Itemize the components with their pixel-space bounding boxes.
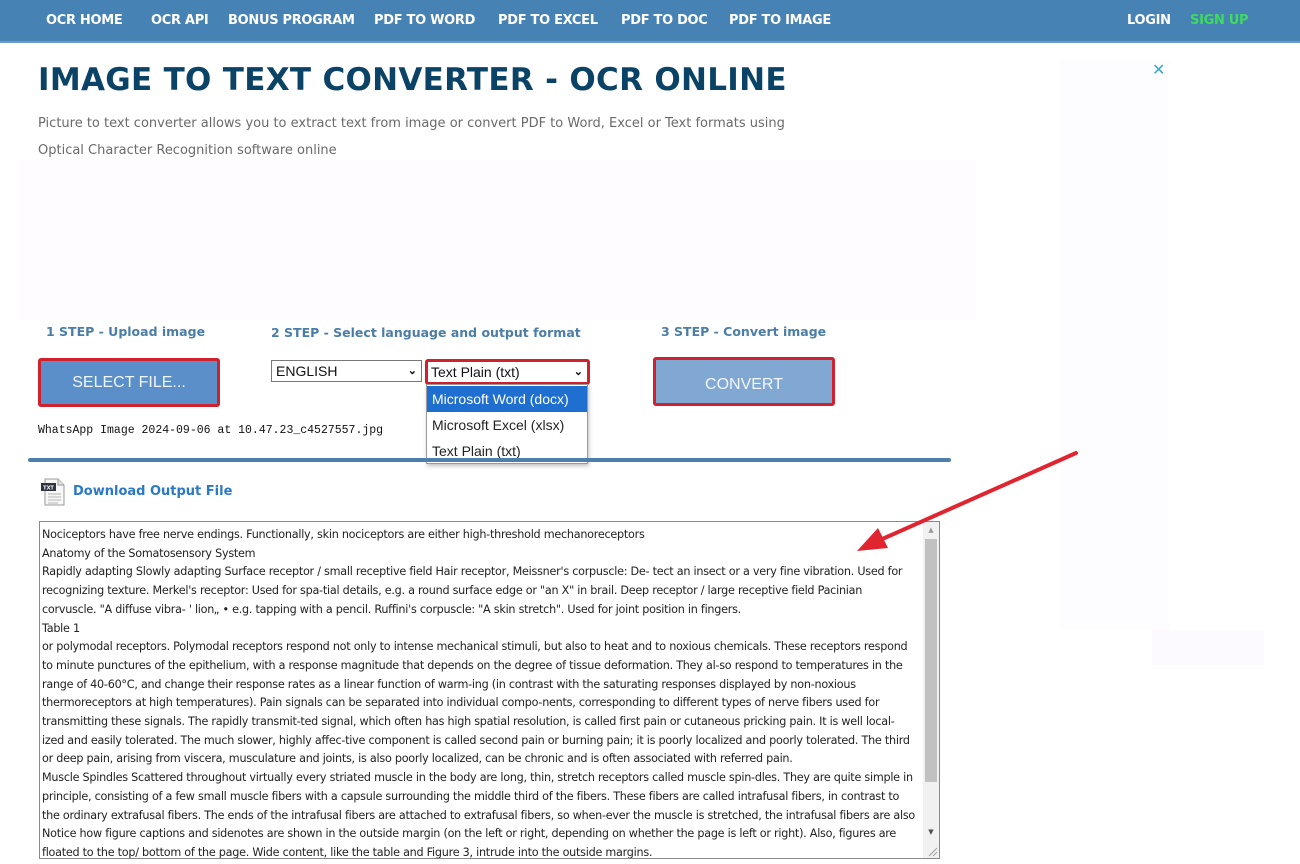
uploaded-filename: WhatsApp Image 2024-09-06 at 10.47.23_c4… xyxy=(38,424,384,437)
output-line: transmitting these signals. The rapidly … xyxy=(42,715,895,729)
output-line: Muscle Spindles Scattered throughout vir… xyxy=(42,771,913,785)
step2-label: 2 STEP - Select language and output form… xyxy=(271,325,581,340)
nav-ocr-api[interactable]: OCR API xyxy=(151,13,209,28)
output-line: floated to the top/ bottom of the page. … xyxy=(42,845,653,859)
login-link[interactable]: LOGIN xyxy=(1127,13,1171,28)
nav-pdf-to-image[interactable]: PDF TO IMAGE xyxy=(729,13,831,28)
format-dropdown: Microsoft Word (docx) Microsoft Excel (x… xyxy=(426,384,588,464)
step3-label: 3 STEP - Convert image xyxy=(661,324,827,339)
scrollbar-thumb[interactable] xyxy=(925,539,937,782)
output-line: or deep pain, arising from viscera, musc… xyxy=(42,752,793,766)
step1-label: 1 STEP - Upload image xyxy=(46,324,206,339)
output-line: Rapidly adapting Slowly adapting Surface… xyxy=(42,565,903,579)
nav-ocr-home[interactable]: OCR HOME xyxy=(46,13,123,28)
nav-bonus-program[interactable]: BONUS PROGRAM xyxy=(228,13,355,28)
format-option-docx[interactable]: Microsoft Word (docx) xyxy=(427,386,587,412)
top-nav: OCR HOME OCR API BONUS PROGRAM PDF TO WO… xyxy=(0,0,1300,43)
output-line: Anatomy of the Somatosensory System xyxy=(42,546,256,560)
output-line: corvuscle. "A diffuse vibra- ' lion„ • e… xyxy=(42,602,741,616)
output-line: range of 40-60°C, and change their respo… xyxy=(42,677,856,691)
output-line: or polymodal receptors. Polymodal recept… xyxy=(42,640,908,654)
ad-banner xyxy=(18,160,976,320)
nav-pdf-to-doc[interactable]: PDF TO DOC xyxy=(621,13,708,28)
close-ad-icon[interactable]: ✕ xyxy=(1152,60,1165,79)
output-line: to minute punctures of the epithelium, w… xyxy=(42,658,903,672)
vertical-scrollbar[interactable]: ▲ ▼ xyxy=(923,522,939,858)
chevron-down-icon: ⌄ xyxy=(573,366,583,378)
page-subtitle: Picture to text converter allows you to … xyxy=(38,116,785,158)
select-file-button[interactable]: SELECT FILE... xyxy=(38,358,220,407)
scroll-up-arrow-icon[interactable]: ▲ xyxy=(923,522,939,538)
format-value: Text Plain (txt) xyxy=(431,364,520,380)
side-ad-footer xyxy=(1152,630,1264,665)
language-select[interactable]: ENGLISH ⌄ xyxy=(271,360,422,382)
download-output-link[interactable]: Download Output File xyxy=(73,484,232,499)
output-line: principle, consisting of a few small mus… xyxy=(42,789,900,803)
side-ad xyxy=(1060,60,1170,630)
output-line: Nociceptors have free nerve endings. Fun… xyxy=(42,528,645,541)
output-line: Notice how figure captions and sidenotes… xyxy=(42,827,897,841)
txt-icon-label: TXT xyxy=(43,485,54,491)
format-option-xlsx[interactable]: Microsoft Excel (xlsx) xyxy=(427,412,587,438)
nav-pdf-to-excel[interactable]: PDF TO EXCEL xyxy=(498,13,598,28)
output-line: thermoreceptors at high temperatures). P… xyxy=(42,696,880,710)
output-text: Nociceptors have free nerve endings. Fun… xyxy=(42,526,922,859)
format-select[interactable]: Text Plain (txt) ⌄ xyxy=(425,359,590,385)
nav-pdf-to-word[interactable]: PDF TO WORD xyxy=(374,13,475,28)
page-title: IMAGE TO TEXT CONVERTER - OCR ONLINE xyxy=(38,62,787,98)
chevron-down-icon: ⌄ xyxy=(407,365,417,377)
txt-file-icon[interactable]: TXT xyxy=(40,478,66,506)
output-line: the ordinary extrafusal fibers. The ends… xyxy=(42,808,916,822)
output-line: ized and easily tolerated. The much slow… xyxy=(42,733,910,747)
scroll-down-arrow-icon[interactable]: ▼ xyxy=(923,824,939,840)
resize-handle-icon[interactable] xyxy=(926,845,938,857)
signup-link[interactable]: SIGN UP xyxy=(1190,13,1249,28)
output-line: Table 1 xyxy=(42,621,80,635)
output-textarea[interactable]: Nociceptors have free nerve endings. Fun… xyxy=(39,521,940,859)
language-value: ENGLISH xyxy=(276,363,338,379)
convert-button[interactable]: CONVERT xyxy=(653,357,835,406)
output-line: recognizing texture. Merkel's receptor: … xyxy=(42,584,863,598)
section-divider xyxy=(28,458,951,462)
